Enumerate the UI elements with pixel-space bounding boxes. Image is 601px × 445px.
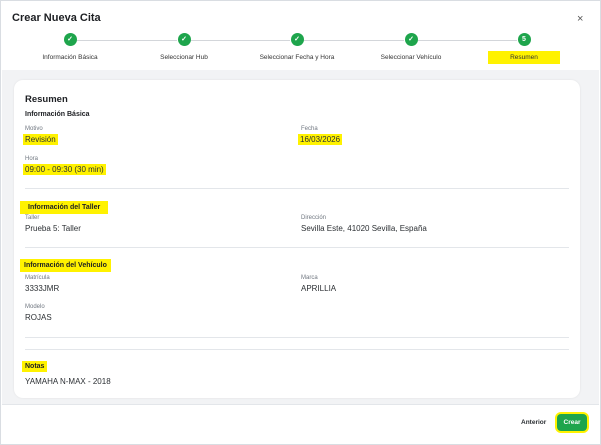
close-icon[interactable]: × xyxy=(577,12,583,26)
direccion-value: Sevilla Este, 41020 Sevilla, España xyxy=(301,224,427,233)
motivo-label: Motivo xyxy=(25,126,43,132)
check-icon: ✓ xyxy=(290,33,304,46)
step-number: 5 xyxy=(517,33,531,46)
modelo-label: Modelo xyxy=(25,304,45,310)
step-seleccionar-fecha-hora[interactable]: ✓ Seleccionar Fecha y Hora xyxy=(242,33,352,61)
step-label: Información Básica xyxy=(42,54,98,61)
vehiculo-info-heading: Información del Vehículo xyxy=(20,259,111,272)
check-icon: ✓ xyxy=(177,33,191,46)
footer-divider xyxy=(2,404,599,405)
stepper: ✓ Información Básica ✓ Seleccionar Hub ✓… xyxy=(1,33,600,69)
step-resumen[interactable]: 5 Resumen xyxy=(469,33,579,64)
hora-label: Hora xyxy=(25,156,39,162)
divider xyxy=(25,188,569,189)
step-seleccionar-vehiculo[interactable]: ✓ Seleccionar Vehículo xyxy=(356,33,466,61)
notas-heading: Notas xyxy=(22,361,48,372)
summary-title: Resumen xyxy=(25,94,68,105)
fecha-label: Fecha xyxy=(301,126,318,132)
matricula-value: 3333JMR xyxy=(25,284,60,293)
divider xyxy=(25,247,569,248)
matricula-label: Matrícula xyxy=(25,275,50,281)
step-informacion-basica[interactable]: ✓ Información Básica xyxy=(15,33,125,61)
divider xyxy=(25,337,569,338)
direccion-label: Dirección xyxy=(301,215,327,221)
taller-info-heading: Información del Taller xyxy=(20,201,109,214)
marca-value: APRILLIA xyxy=(301,284,337,293)
basic-info-heading: Información Básica xyxy=(25,111,90,118)
hora-value: 09:00 - 09:30 (30 min) xyxy=(23,164,106,175)
modal-title: Crear Nueva Cita xyxy=(12,12,101,24)
create-button[interactable]: Crear xyxy=(557,414,587,431)
step-label: Seleccionar Fecha y Hora xyxy=(259,54,335,61)
step-seleccionar-hub[interactable]: ✓ Seleccionar Hub xyxy=(129,33,239,61)
modelo-value: ROJAS xyxy=(25,313,52,322)
create-appointment-modal: Crear Nueva Cita × ✓ Información Básica … xyxy=(0,0,601,445)
step-label: Seleccionar Vehículo xyxy=(380,54,442,61)
fecha-value: 16/03/2026 xyxy=(298,134,343,145)
summary-card: Resumen Información Básica Motivo Revisi… xyxy=(14,80,580,398)
taller-value: Prueba 5: Taller xyxy=(25,224,81,233)
back-button[interactable]: Anterior xyxy=(521,419,546,426)
marca-label: Marca xyxy=(301,275,318,281)
check-icon: ✓ xyxy=(404,33,418,46)
motivo-value: Revisión xyxy=(23,134,58,145)
taller-label: Taller xyxy=(25,215,40,221)
step-label: Resumen xyxy=(488,51,560,64)
step-label: Seleccionar Hub xyxy=(160,54,208,61)
divider xyxy=(25,349,569,350)
check-icon: ✓ xyxy=(63,33,77,46)
notas-value: YAMAHA N-MAX - 2018 xyxy=(25,377,111,386)
